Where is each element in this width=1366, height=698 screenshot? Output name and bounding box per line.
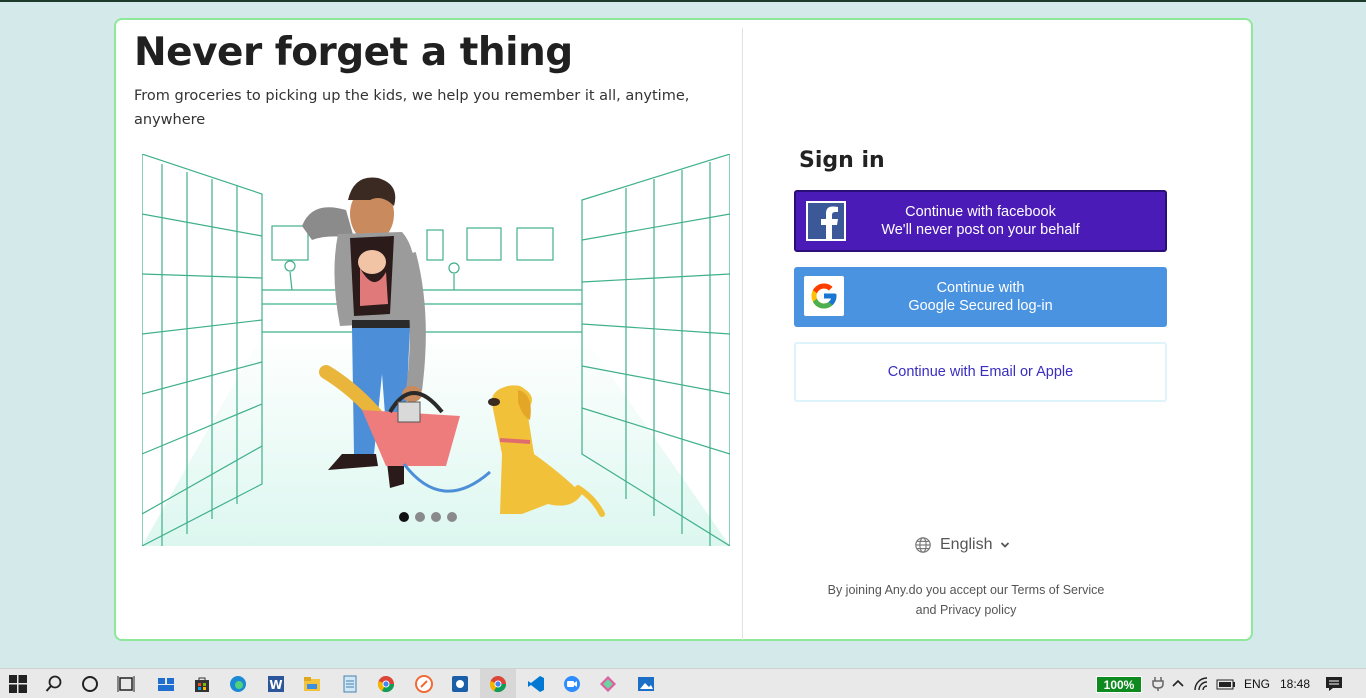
language-selector[interactable]: English <box>914 536 1010 554</box>
email-button-label: Continue with Email or Apple <box>887 364 1074 380</box>
legal-notice: By joining Any.do you accept our Terms o… <box>806 580 1126 620</box>
carousel-dot[interactable] <box>447 512 457 522</box>
photos-icon[interactable] <box>636 674 656 694</box>
carousel-dot[interactable] <box>399 512 409 522</box>
facebook-button-label: Continue with facebook <box>905 204 1056 220</box>
language-label: English <box>940 536 993 553</box>
signin-title: Sign in <box>799 148 885 173</box>
google-button-label: Continue with <box>936 280 1025 296</box>
power-plug-icon[interactable] <box>1148 674 1168 694</box>
google-signin-button[interactable]: Continue with Google Secured log-in <box>794 267 1167 327</box>
globe-icon <box>915 537 931 553</box>
clock-time[interactable]: 18:48 <box>1280 677 1310 691</box>
facebook-signin-button[interactable]: Continue with facebook We'll never post … <box>794 190 1167 252</box>
wifi-icon[interactable] <box>1192 674 1212 694</box>
file-explorer-icon[interactable] <box>302 674 322 694</box>
edge-icon[interactable] <box>228 674 248 694</box>
windows-taskbar: W 100% ENG 18:48 <box>0 668 1366 698</box>
legal-line-terms[interactable]: By joining Any.do you accept our Terms o… <box>806 580 1126 600</box>
task-view-icon[interactable] <box>116 674 136 694</box>
cortana-icon[interactable] <box>80 674 100 694</box>
vscode-icon[interactable] <box>526 674 546 694</box>
battery-icon[interactable] <box>1216 674 1236 694</box>
carousel-dot[interactable] <box>415 512 425 522</box>
facebook-icon <box>806 201 846 241</box>
window-top-edge <box>0 0 1366 2</box>
chevron-down-icon <box>1001 542 1010 548</box>
word-icon[interactable]: W <box>266 674 286 694</box>
zoom-icon[interactable] <box>562 674 582 694</box>
notifications-icon[interactable] <box>1324 674 1344 694</box>
facebook-button-sublabel: We'll never post on your behalf <box>881 222 1080 238</box>
carousel-dot[interactable] <box>431 512 441 522</box>
carousel-dots <box>399 512 457 522</box>
subtext: From groceries to picking up the kids, w… <box>134 88 690 128</box>
app-gem-icon[interactable] <box>598 674 618 694</box>
grocery-illustration <box>142 154 730 546</box>
chrome-active-icon[interactable] <box>488 674 508 694</box>
headline: Never forget a thing <box>134 30 573 75</box>
google-button-sublabel: Google Secured log-in <box>908 298 1053 314</box>
google-icon <box>804 276 844 316</box>
app-orange-icon[interactable] <box>414 674 434 694</box>
login-card: Never forget a thing From groceries to p… <box>114 18 1253 641</box>
email-apple-signin-button[interactable]: Continue with Email or Apple <box>794 342 1167 402</box>
app-blue-icon[interactable] <box>450 674 470 694</box>
svg-text:W: W <box>269 678 282 692</box>
input-language[interactable]: ENG <box>1244 677 1270 691</box>
people-app-icon[interactable] <box>156 674 176 694</box>
panel-divider <box>742 28 743 640</box>
legal-line-privacy[interactable]: and Privacy policy <box>806 600 1126 620</box>
search-icon[interactable] <box>44 674 64 694</box>
store-icon[interactable] <box>192 674 212 694</box>
chrome-icon[interactable] <box>376 674 396 694</box>
chevron-up-icon[interactable] <box>1168 674 1188 694</box>
notepad-icon[interactable] <box>340 674 360 694</box>
battery-percentage[interactable]: 100% <box>1096 676 1142 693</box>
start-icon[interactable] <box>8 674 28 694</box>
